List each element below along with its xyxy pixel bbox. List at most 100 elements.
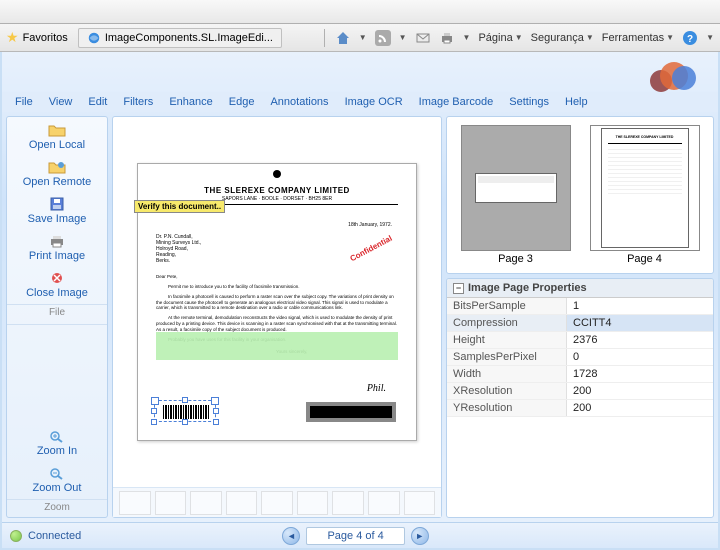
property-key: YResolution xyxy=(447,400,567,416)
folder-icon xyxy=(48,123,66,137)
barcode-selection[interactable] xyxy=(154,400,216,422)
zoom-out-icon xyxy=(48,466,66,480)
thumb-label: Page 3 xyxy=(461,253,571,265)
close-icon xyxy=(48,271,66,285)
property-row[interactable]: SamplesPerPixel0 xyxy=(447,349,713,366)
tool-thumb[interactable] xyxy=(368,491,400,515)
property-row[interactable]: YResolution200 xyxy=(447,400,713,417)
page-thumbnail-4[interactable]: THE SLEREXE COMPANY LIMITED Page 4 xyxy=(590,125,700,265)
zoom-in-icon xyxy=(48,429,66,443)
zoom-in-button[interactable]: Zoom In xyxy=(7,423,107,460)
property-key: XResolution xyxy=(447,383,567,399)
menu-filters[interactable]: Filters xyxy=(116,94,160,110)
properties-panel: − Image Page Properties BitsPerSample1Co… xyxy=(446,278,714,518)
page-prev-button[interactable]: ◄ xyxy=(282,527,300,545)
close-image-button[interactable]: Close Image xyxy=(7,265,107,302)
tool-thumb[interactable] xyxy=(119,491,151,515)
status-text: Connected xyxy=(28,530,81,542)
menu-image-barcode[interactable]: Image Barcode xyxy=(412,94,501,110)
thumb-label: Page 4 xyxy=(590,253,700,265)
zoom-out-button[interactable]: Zoom Out xyxy=(7,460,107,497)
property-row[interactable]: XResolution200 xyxy=(447,383,713,400)
favorites-star-icon: ★ xyxy=(6,29,19,46)
property-value: 200 xyxy=(567,400,713,416)
barcode-icon xyxy=(163,405,209,419)
tool-thumb[interactable] xyxy=(261,491,293,515)
menu-enhance[interactable]: Enhance xyxy=(162,94,219,110)
menu-help[interactable]: Help xyxy=(558,94,595,110)
menu-annotations[interactable]: Annotations xyxy=(263,94,335,110)
menu-security[interactable]: Segurança▼ xyxy=(531,32,594,44)
tool-thumb[interactable] xyxy=(404,491,436,515)
doc-recipient: Dr. P.N. Cundall, Mining Surveys Ltd., H… xyxy=(156,234,201,264)
app-logo xyxy=(650,60,700,92)
menu-edge[interactable]: Edge xyxy=(222,94,262,110)
property-value: 0 xyxy=(567,349,713,365)
property-value: 2376 xyxy=(567,332,713,348)
svg-text:?: ? xyxy=(687,34,693,45)
properties-grid[interactable]: BitsPerSample1CompressionCCITT4Height237… xyxy=(447,298,713,517)
menu-file[interactable]: File xyxy=(8,94,40,110)
doc-date: 18th January, 1972. xyxy=(348,222,392,228)
browser-favorites-bar: ★ Favoritos ImageComponents.SL.ImageEdi.… xyxy=(0,24,720,52)
menu-image-ocr[interactable]: Image OCR xyxy=(338,94,410,110)
sidebar: Open Local Open Remote Save Image Print … xyxy=(6,116,108,518)
property-row[interactable]: Width1728 xyxy=(447,366,713,383)
menu-view[interactable]: View xyxy=(42,94,80,110)
property-key: Height xyxy=(447,332,567,348)
print-icon[interactable] xyxy=(439,30,455,46)
menu-tools[interactable]: Ferramentas▼ xyxy=(602,32,674,44)
ie-icon xyxy=(87,31,101,45)
tool-thumb[interactable] xyxy=(190,491,222,515)
property-key: SamplesPerPixel xyxy=(447,349,567,365)
redaction-annotation[interactable] xyxy=(306,402,396,422)
document-page: THE SLEREXE COMPANY LIMITED SAPORS LANE … xyxy=(137,163,417,441)
tab-title: ImageComponents.SL.ImageEdi... xyxy=(105,32,273,44)
browser-tab[interactable]: ImageComponents.SL.ImageEdi... xyxy=(78,28,282,48)
tool-thumb[interactable] xyxy=(226,491,258,515)
property-row[interactable]: CompressionCCITT4 xyxy=(447,315,713,332)
document-viewer: THE SLEREXE COMPANY LIMITED SAPORS LANE … xyxy=(112,116,442,518)
mail-icon[interactable] xyxy=(415,30,431,46)
menu-edit[interactable]: Edit xyxy=(81,94,114,110)
sticky-note-annotation[interactable]: Verify this document.. xyxy=(134,200,225,213)
printer-icon xyxy=(48,234,66,248)
favorites-label[interactable]: Favoritos xyxy=(23,32,68,44)
property-value: 1 xyxy=(567,298,713,314)
home-icon[interactable] xyxy=(335,30,351,46)
page-next-button[interactable]: ► xyxy=(411,527,429,545)
doc-signature: Phil. xyxy=(367,383,386,394)
rss-icon[interactable] xyxy=(375,30,391,46)
confidential-stamp[interactable]: Confidential xyxy=(348,234,393,264)
page-thumbnail-3[interactable]: Page 3 xyxy=(461,125,571,265)
save-image-button[interactable]: Save Image xyxy=(7,191,107,228)
help-icon[interactable]: ? xyxy=(682,30,698,46)
print-image-button[interactable]: Print Image xyxy=(7,228,107,265)
tool-thumb[interactable] xyxy=(332,491,364,515)
property-key: Compression xyxy=(447,315,567,331)
properties-header[interactable]: − Image Page Properties xyxy=(447,279,713,298)
sidebar-group-zoom: Zoom xyxy=(7,499,107,517)
property-row[interactable]: Height2376 xyxy=(447,332,713,349)
tool-thumb[interactable] xyxy=(155,491,187,515)
pager: ◄ Page 4 of 4 ► xyxy=(282,527,428,545)
document-canvas[interactable]: THE SLEREXE COMPANY LIMITED SAPORS LANE … xyxy=(113,117,441,487)
menu-settings[interactable]: Settings xyxy=(502,94,556,110)
doc-company: THE SLEREXE COMPANY LIMITED xyxy=(156,186,398,195)
highlight-annotation[interactable] xyxy=(156,332,398,360)
menu-page[interactable]: Página▼ xyxy=(478,32,522,44)
property-row[interactable]: BitsPerSample1 xyxy=(447,298,713,315)
save-icon xyxy=(48,197,66,211)
thumbnail-panel: Page 3 THE SLEREXE COMPANY LIMITED Page … xyxy=(446,116,714,274)
open-remote-button[interactable]: Open Remote xyxy=(7,154,107,191)
open-local-button[interactable]: Open Local xyxy=(7,117,107,154)
property-value: CCITT4 xyxy=(567,315,713,331)
annotation-toolstrip xyxy=(113,487,441,517)
app-menubar: File View Edit Filters Enhance Edge Anno… xyxy=(2,92,718,112)
globe-folder-icon xyxy=(48,160,66,174)
page-indicator: Page 4 of 4 xyxy=(306,527,404,545)
status-indicator-icon xyxy=(10,530,22,542)
property-key: Width xyxy=(447,366,567,382)
collapse-icon[interactable]: − xyxy=(453,283,464,294)
tool-thumb[interactable] xyxy=(297,491,329,515)
